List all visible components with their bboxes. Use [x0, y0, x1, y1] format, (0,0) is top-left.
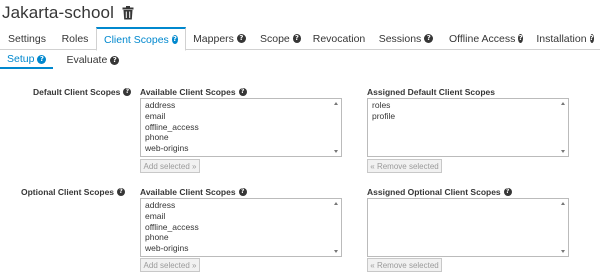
subtab-label: Evaluate	[66, 54, 108, 66]
default-available-list[interactable]: address email offline_access phone web-o…	[140, 98, 342, 157]
help-icon[interactable]: ?	[236, 34, 246, 43]
help-icon[interactable]: ?	[424, 34, 434, 43]
tab-client-scopes[interactable]: Client Scopes ?	[96, 27, 186, 51]
list-item[interactable]: address	[145, 200, 337, 211]
scroll-down-arrow-icon[interactable]	[334, 250, 338, 253]
tab-label: Sessions	[378, 32, 422, 45]
tab-revocation[interactable]: Revocation	[308, 27, 370, 50]
list-item[interactable]: phone	[145, 232, 337, 243]
scrollbar[interactable]	[559, 199, 568, 256]
help-icon[interactable]: ?	[117, 188, 126, 196]
default-assigned-list[interactable]: roles profile	[367, 98, 569, 157]
list-item[interactable]: roles	[372, 100, 564, 111]
tab-scope[interactable]: Scope ?	[253, 27, 308, 50]
tab-label: Revocation	[312, 32, 366, 45]
help-icon[interactable]: ?	[37, 54, 47, 64]
optional-available-label: Available Client Scopes ?	[140, 186, 247, 198]
add-selected-button[interactable]: Add selected »	[140, 258, 200, 272]
help-icon[interactable]: ?	[123, 88, 132, 96]
col-label-text: Assigned Default Client Scopes	[367, 87, 495, 97]
help-icon[interactable]: ?	[238, 88, 247, 96]
optional-available-list[interactable]: address email offline_access phone web-o…	[140, 198, 342, 257]
scrollbar[interactable]	[332, 99, 341, 156]
remove-selected-button[interactable]: « Remove selected	[367, 159, 442, 173]
scroll-up-arrow-icon[interactable]	[561, 102, 565, 105]
tab-label: Client Scopes	[104, 33, 169, 46]
help-icon[interactable]: ?	[171, 35, 178, 44]
list-item[interactable]: profile	[372, 111, 564, 122]
default-assigned-label: Assigned Default Client Scopes	[367, 86, 495, 98]
row-label-text: Optional Client Scopes	[21, 187, 115, 197]
subtab-evaluate[interactable]: Evaluate ?	[59, 51, 126, 69]
sub-tabs: Setup ? Evaluate ?	[0, 51, 126, 70]
optional-assigned-list[interactable]	[367, 198, 569, 257]
list-item[interactable]: email	[145, 211, 337, 222]
tab-label: Installation	[536, 32, 587, 45]
list-item[interactable]: web-origins	[145, 143, 337, 154]
help-icon[interactable]: ?	[110, 55, 120, 65]
optional-assigned-label: Assigned Optional Client Scopes ?	[367, 186, 512, 198]
tab-label: Roles	[61, 32, 89, 45]
add-selected-button[interactable]: Add selected »	[140, 159, 200, 173]
title-row: Jakarta-school	[2, 2, 134, 24]
help-icon[interactable]: ?	[589, 34, 594, 43]
help-icon[interactable]: ?	[238, 188, 247, 196]
tab-label: Scope	[260, 32, 290, 45]
tab-roles[interactable]: Roles	[54, 27, 96, 50]
tab-mappers[interactable]: Mappers ?	[186, 27, 253, 50]
scroll-up-arrow-icon[interactable]	[334, 202, 338, 205]
list-item[interactable]: email	[145, 111, 337, 122]
scrollbar[interactable]	[559, 99, 568, 156]
optional-scopes-label: Optional Client Scopes ?	[21, 186, 126, 198]
tab-label: Settings	[8, 32, 46, 45]
help-icon[interactable]: ?	[292, 34, 301, 43]
tab-sessions[interactable]: Sessions ?	[370, 27, 442, 50]
tab-settings[interactable]: Settings	[0, 27, 54, 50]
col-label-text: Assigned Optional Client Scopes	[367, 187, 501, 197]
tab-label: Mappers	[193, 32, 234, 45]
subtab-label: Setup	[7, 53, 35, 65]
scrollbar[interactable]	[332, 199, 341, 256]
tab-offline-access[interactable]: Offline Access ?	[442, 27, 530, 50]
tab-installation[interactable]: Installation ?	[530, 27, 600, 50]
scroll-down-arrow-icon[interactable]	[561, 250, 565, 253]
main-tabs: Settings Roles Client Scopes ? Mappers ?…	[0, 27, 600, 51]
help-icon[interactable]: ?	[503, 188, 512, 196]
remove-selected-button[interactable]: « Remove selected	[367, 258, 442, 272]
trash-icon[interactable]	[122, 6, 134, 20]
col-label-text: Available Client Scopes	[140, 187, 236, 197]
list-item[interactable]: address	[145, 100, 337, 111]
list-item[interactable]: offline_access	[145, 222, 337, 233]
list-item[interactable]: phone	[145, 132, 337, 143]
scroll-down-arrow-icon[interactable]	[334, 150, 338, 153]
page-title: Jakarta-school	[2, 3, 114, 22]
row-label-text: Default Client Scopes	[33, 87, 121, 97]
col-label-text: Available Client Scopes	[140, 87, 236, 97]
scroll-down-arrow-icon[interactable]	[561, 150, 565, 153]
tab-label: Offline Access	[449, 32, 516, 45]
subtab-setup[interactable]: Setup ?	[0, 51, 54, 69]
list-item[interactable]: offline_access	[145, 122, 337, 133]
scroll-up-arrow-icon[interactable]	[561, 202, 565, 205]
help-icon[interactable]: ?	[518, 34, 523, 43]
scroll-up-arrow-icon[interactable]	[334, 102, 338, 105]
list-item[interactable]: web-origins	[145, 243, 337, 254]
default-available-label: Available Client Scopes ?	[140, 86, 247, 98]
default-scopes-label: Default Client Scopes ?	[33, 86, 132, 98]
